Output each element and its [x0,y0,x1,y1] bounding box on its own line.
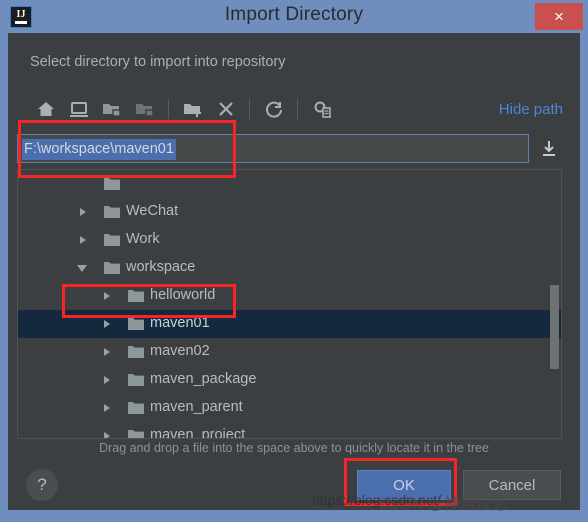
show-hidden-files-icon[interactable] [308,95,336,123]
folder-icon [104,205,120,218]
tree-row-label: maven01 [150,315,210,331]
dialog-window: IJ Import Directory × Select directory t… [0,0,588,522]
hide-path-link[interactable]: Hide path [499,101,563,118]
refresh-icon[interactable] [260,95,288,123]
drag-drop-hint: Drag and drop a file into the space abov… [99,441,489,455]
path-input[interactable]: F:\workspace\maven01 [17,134,529,163]
folder-icon [128,317,144,330]
tree-row-maven-package[interactable]: maven_package [18,366,561,394]
path-input-value: F:\workspace\maven01 [22,139,176,160]
tree-row-label: maven_parent [150,399,243,415]
directory-tree[interactable]: WeChat Work workspace helloworld maven01… [17,169,562,439]
tree-row-label: maven_package [150,371,257,387]
home-icon[interactable] [32,95,60,123]
tree-row-maven01[interactable]: maven01 [18,310,561,338]
chevron-right-icon[interactable] [102,347,112,357]
close-button[interactable]: × [535,3,583,30]
project-folder-icon[interactable] [98,95,126,123]
tree-row-maven02[interactable]: maven02 [18,338,561,366]
tree-row-label: maven_project [150,427,246,439]
folder-icon [128,345,144,358]
title-bar: IJ Import Directory × [0,0,588,33]
window-title: Import Directory [224,4,364,25]
tree-scrollbar-thumb[interactable] [550,285,559,369]
folder-icon [128,289,144,302]
tree-row-maven-project[interactable]: maven_project [18,422,561,439]
dialog-subtitle: Select directory to import into reposito… [30,54,286,70]
new-folder-icon[interactable] [179,95,207,123]
folder-icon [104,261,120,274]
chevron-right-icon[interactable] [102,431,112,438]
path-row: F:\workspace\maven01 [8,129,580,167]
toolbar-separator [168,99,169,119]
chevron-right-icon[interactable] [102,403,112,413]
watermark-author: CSDN @神族佼恋 [378,496,509,513]
dialog-body: Select directory to import into reposito… [8,33,580,510]
module-folder-icon[interactable] [131,95,159,123]
tree-row-wechat[interactable]: WeChat [18,198,561,226]
chevron-right-icon[interactable] [78,207,88,217]
file-chooser-toolbar: Hide path [8,91,580,127]
tree-row-work[interactable]: Work [18,226,561,254]
chevron-right-icon[interactable] [102,291,112,301]
chevron-right-icon[interactable] [102,375,112,385]
tree-row-label: workspace [126,259,196,275]
chevron-down-icon[interactable] [76,263,87,273]
tree-row-label: maven02 [150,343,210,359]
tree-row-label: helloworld [150,287,216,303]
tree-row-partial[interactable] [18,170,561,198]
desktop-icon[interactable] [65,95,93,123]
chevron-right-icon[interactable] [78,235,88,245]
folder-icon [128,373,144,386]
download-icon[interactable] [539,138,559,160]
tree-row-label: WeChat [126,203,179,219]
folder-icon [128,429,144,438]
help-button[interactable]: ? [26,469,58,501]
delete-icon[interactable] [212,95,240,123]
tree-row-helloworld[interactable]: helloworld [18,282,561,310]
tree-row-workspace[interactable]: workspace [18,254,561,282]
folder-icon [128,401,144,414]
chevron-right-icon[interactable] [102,319,112,329]
toolbar-separator [297,99,298,119]
tree-row-maven-parent[interactable]: maven_parent [18,394,561,422]
tree-row-label: Work [126,231,160,247]
folder-icon [104,177,120,190]
toolbar-separator [249,99,250,119]
folder-icon [104,233,120,246]
